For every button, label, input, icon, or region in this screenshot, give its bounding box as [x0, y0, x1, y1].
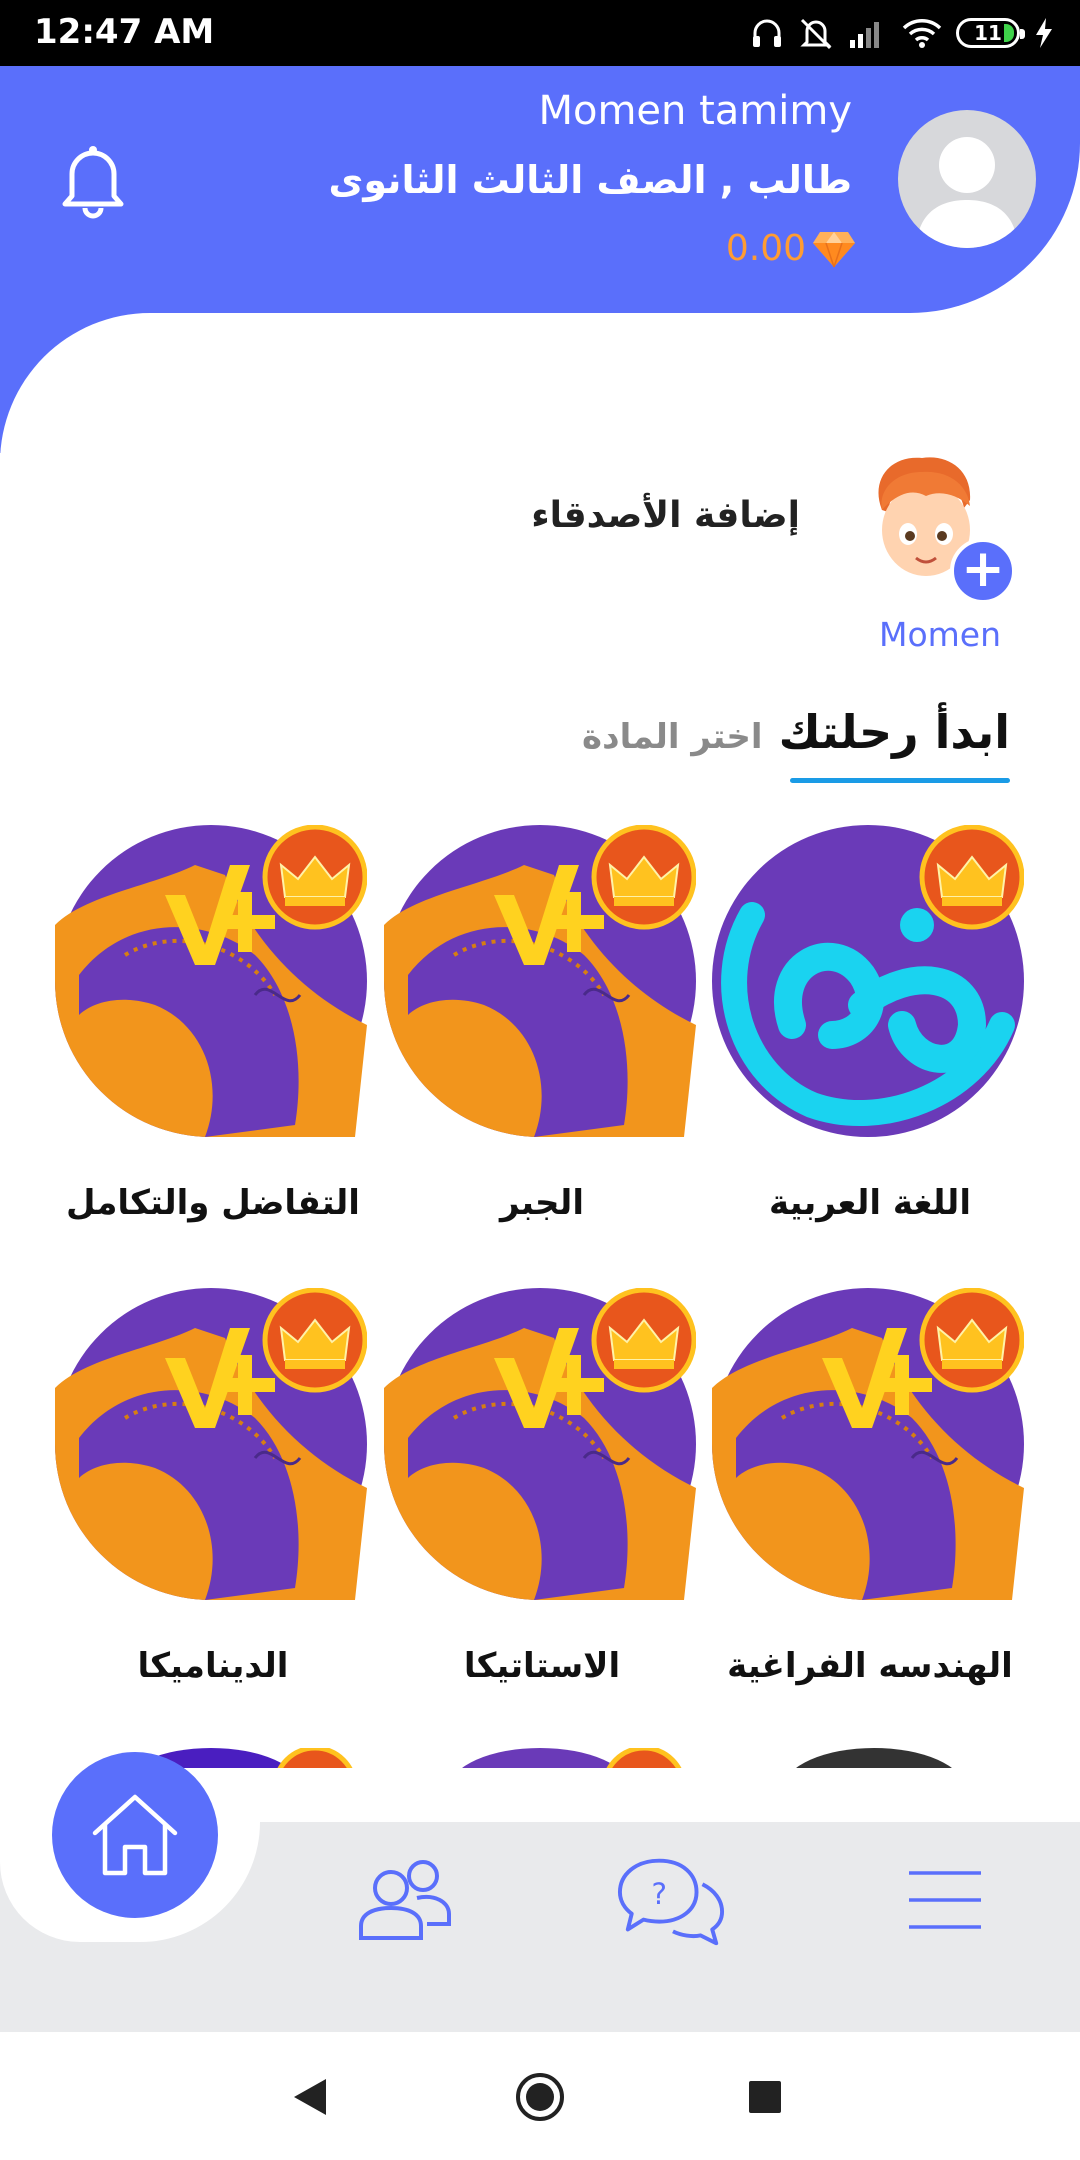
- avatar[interactable]: [898, 110, 1036, 248]
- wifi-icon: [902, 19, 942, 48]
- questions-icon: ?: [617, 1858, 725, 1946]
- recents-button[interactable]: [740, 2072, 790, 2122]
- subject-label: الهندسه الفراغية: [727, 1646, 1013, 1686]
- crown-icon: [922, 827, 1022, 927]
- subject-label: الجبر: [500, 1183, 584, 1223]
- status-icons: 11: [750, 10, 1054, 56]
- charging-icon: [1036, 18, 1052, 48]
- math-icon: [384, 825, 696, 1137]
- battery-icon: 11: [956, 18, 1025, 48]
- subject-label: الديناميكا: [137, 1646, 289, 1686]
- battery-level: 11: [974, 21, 1002, 45]
- svg-text:?: ?: [651, 1877, 667, 1911]
- section-title-sub: اختر المادة: [582, 717, 763, 757]
- subject-label: اللغة العربية: [769, 1183, 971, 1223]
- subject-label: الاستاتيكا: [463, 1646, 621, 1686]
- signal-icon: [850, 22, 879, 48]
- status-bar: 12:47 AM 11: [0, 0, 1080, 66]
- math-icon: [55, 1288, 367, 1600]
- add-friends-label[interactable]: إضافة الأصدقاء: [531, 495, 800, 536]
- menu-button[interactable]: [890, 1850, 1000, 1950]
- arabic-letter-icon: [712, 825, 1024, 1137]
- recents-icon: [749, 2081, 781, 2113]
- questions-button[interactable]: ?: [616, 1850, 726, 1950]
- points: 0.00: [726, 228, 856, 269]
- math-icon: [712, 1288, 1024, 1600]
- menu-icon: [909, 1871, 981, 1929]
- bell-icon[interactable]: [58, 140, 128, 220]
- subject-card[interactable]: الجبر: [377, 825, 697, 1245]
- user-name: Momen tamimy: [538, 88, 852, 134]
- friends-button[interactable]: [350, 1850, 460, 1950]
- subject-label: التفاضل والتكامل: [66, 1183, 360, 1223]
- back-icon: [294, 2079, 326, 2115]
- friend-card[interactable]: + Momen: [855, 450, 1025, 660]
- subject-card[interactable]: التفاضل والتكامل: [48, 825, 368, 1245]
- points-value: 0.00: [725, 228, 806, 269]
- add-friend-button[interactable]: +: [950, 538, 1016, 604]
- back-button[interactable]: [285, 2072, 335, 2122]
- subject-card[interactable]: الديناميكا: [48, 1288, 368, 1708]
- math-icon: [55, 825, 367, 1137]
- home-icon: [92, 1794, 178, 1876]
- title-underline: [790, 778, 1010, 783]
- user-grade: طالب , الصف الثالث الثانوى: [328, 158, 852, 202]
- section-title-main: ابدأ رحلتك: [778, 705, 1010, 759]
- subject-card[interactable]: الهندسه الفراغية: [705, 1288, 1025, 1708]
- math-icon: [384, 1288, 696, 1600]
- home-circle-icon: [516, 2073, 564, 2121]
- friends-icon: [359, 1860, 451, 1940]
- friend-name: Momen: [878, 615, 1002, 654]
- home-button[interactable]: [52, 1752, 218, 1918]
- diamond-icon: [813, 231, 855, 267]
- status-time: 12:47 AM: [34, 12, 215, 52]
- mute-icon: [800, 18, 832, 50]
- section-title: ابدأ رحلتك اختر المادة: [582, 705, 1010, 759]
- system-home-button[interactable]: [515, 2072, 565, 2122]
- subject-card[interactable]: الاستاتيكا: [377, 1288, 697, 1708]
- subject-card[interactable]: اللغة العربية: [705, 825, 1025, 1245]
- headphones-icon: [753, 19, 781, 47]
